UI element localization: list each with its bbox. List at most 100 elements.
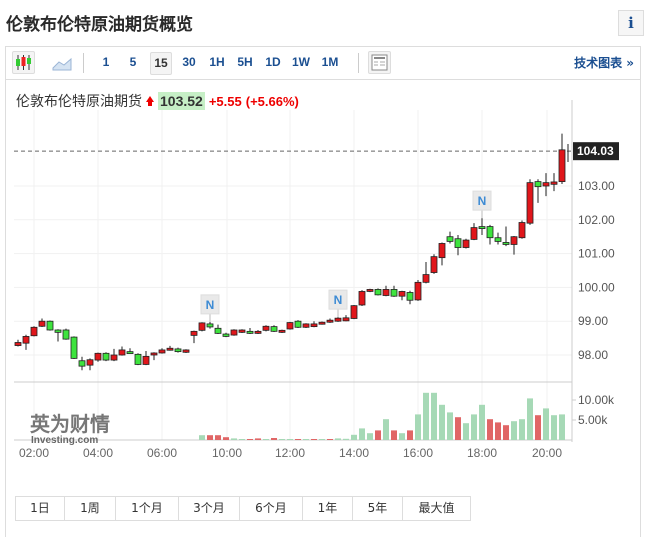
candle-up — [262, 325, 270, 331]
price-chart[interactable]: 98.00 99.00 100.00 101.00 102.00 103.00 02:00 0… — [0, 0, 646, 490]
candle-up — [182, 349, 190, 353]
time-tick-label: 12:00 — [275, 446, 305, 460]
candle-down — [406, 292, 414, 301]
candle-up — [142, 355, 150, 365]
price-tick-label: 101.00 — [578, 247, 615, 261]
candle-down — [534, 181, 542, 188]
volume-bar — [439, 404, 445, 440]
range-3m[interactable]: 3个月 — [179, 497, 240, 520]
candle-up — [558, 149, 566, 183]
candle-down — [486, 226, 494, 239]
range-1y[interactable]: 1年 — [303, 497, 353, 520]
candle-down — [62, 329, 70, 340]
candle-down — [46, 320, 54, 331]
volume-bar — [255, 438, 261, 440]
candle-up — [278, 329, 286, 333]
range-1d[interactable]: 1日 — [16, 497, 65, 520]
candle-up — [110, 354, 118, 361]
range-6m[interactable]: 6个月 — [240, 497, 303, 520]
news-marker-label: N — [206, 298, 215, 312]
candle-up — [150, 352, 158, 356]
volume-bar — [447, 412, 453, 440]
candle-up — [414, 281, 422, 301]
volume-bar — [239, 439, 245, 440]
volume-bar — [223, 437, 229, 440]
volume-bar — [351, 434, 357, 440]
candle-up — [310, 323, 318, 328]
volume-bar — [271, 438, 277, 440]
volume-bar — [407, 430, 413, 440]
candle-up — [94, 352, 102, 361]
candle-down — [502, 242, 510, 245]
volume-bar — [415, 414, 421, 440]
volume-bar — [247, 439, 253, 440]
candle-down — [174, 348, 182, 353]
candle-down — [494, 237, 502, 242]
candle-down — [454, 238, 462, 248]
volume-bar — [479, 404, 485, 440]
candle-up — [462, 239, 470, 248]
time-tick-label: 14:00 — [339, 446, 369, 460]
candle-down — [446, 236, 454, 242]
candle-up — [438, 243, 446, 259]
candle-up — [430, 256, 438, 273]
candle-up — [398, 291, 406, 297]
volume-bar — [503, 425, 509, 440]
volume-bar — [231, 438, 237, 440]
volume-bar — [359, 428, 365, 440]
price-tick-label: 98.00 — [578, 348, 608, 362]
candle-down — [478, 226, 486, 229]
volume-bar — [263, 439, 269, 440]
price-tick-label: 103.00 — [578, 179, 615, 193]
candle-up — [238, 329, 246, 333]
volume-bar — [511, 421, 517, 440]
candle-up — [286, 322, 294, 330]
range-1m[interactable]: 1个月 — [116, 497, 179, 520]
volume-bar — [383, 419, 389, 440]
range-1w[interactable]: 1周 — [65, 497, 116, 520]
watermark-logo-en: Investing.com — [31, 435, 98, 446]
candle-up — [14, 342, 22, 346]
candle-down — [134, 353, 142, 365]
time-tick-label: 10:00 — [212, 446, 242, 460]
time-tick-label: 18:00 — [467, 446, 497, 460]
candle-up — [118, 349, 126, 356]
volume-bar — [303, 439, 309, 440]
candle-up — [230, 329, 238, 336]
price-tick-label: 100.00 — [578, 280, 615, 294]
range-5y[interactable]: 5年 — [353, 497, 403, 520]
candle-up — [158, 349, 166, 354]
candle-up — [30, 326, 38, 337]
volume-bar — [423, 392, 429, 440]
volume-bar — [543, 408, 549, 440]
candle-up — [518, 222, 526, 239]
volume-bar — [335, 438, 341, 440]
candle-down — [78, 360, 86, 367]
range-max[interactable]: 最大值 — [403, 497, 470, 520]
candle-down — [54, 329, 62, 333]
volume-tick-label: 5.00k — [578, 413, 608, 427]
volume-bar — [391, 430, 397, 440]
volume-bar — [527, 398, 533, 440]
candle-up — [550, 181, 558, 185]
volume-bar — [311, 439, 317, 440]
candle-up — [470, 227, 478, 240]
volume-bar — [295, 439, 301, 440]
candle-down — [102, 352, 110, 361]
volume-bar — [495, 422, 501, 440]
time-tick-label: 16:00 — [403, 446, 433, 460]
time-tick-label: 20:00 — [532, 446, 562, 460]
candle-down — [246, 330, 254, 334]
volume-bar — [215, 435, 221, 440]
volume-bar — [207, 435, 213, 440]
candle-up — [254, 330, 262, 334]
news-marker-label: N — [478, 194, 487, 208]
volume-bar — [199, 435, 205, 440]
candle-down — [206, 323, 214, 328]
volume-bar — [279, 439, 285, 440]
volume-bar — [519, 419, 525, 440]
price-tick-label: 102.00 — [578, 213, 615, 227]
candle-down — [390, 289, 398, 297]
candle-up — [326, 319, 334, 323]
candle-up — [366, 289, 374, 292]
